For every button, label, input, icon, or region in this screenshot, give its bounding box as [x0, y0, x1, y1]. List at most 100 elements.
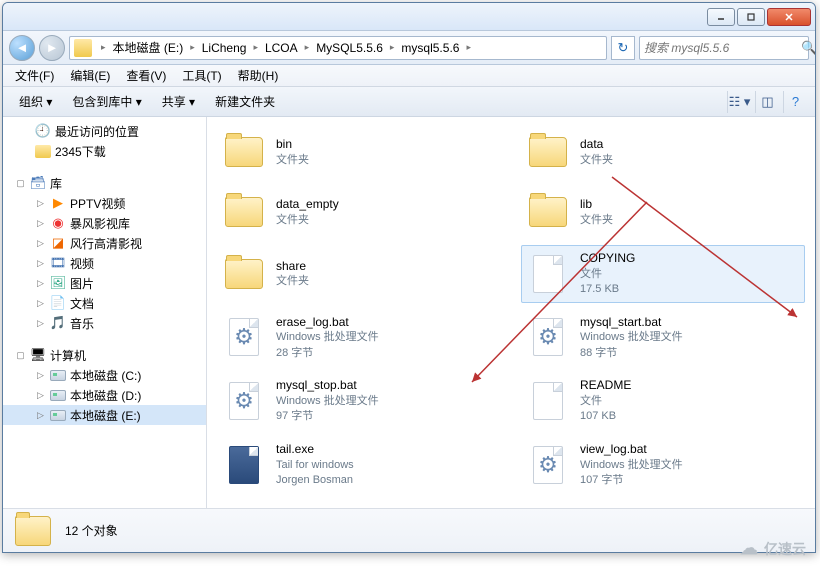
share-button[interactable]: 共享 ▾ — [154, 89, 203, 114]
expand-icon[interactable]: ▷ — [35, 238, 46, 249]
breadcrumb[interactable]: ▸ 本地磁盘 (E:) ▸ LiCheng ▸ LCOA ▸ MySQL5.5.… — [69, 36, 607, 60]
expand-icon[interactable]: ▷ — [35, 370, 46, 381]
expand-icon[interactable]: ▷ — [35, 318, 46, 329]
nav-forward-button[interactable]: ► — [39, 35, 65, 61]
expand-icon[interactable]: ▢ — [15, 350, 26, 361]
expand-icon[interactable]: ▷ — [35, 258, 46, 269]
expand-icon[interactable]: ▷ — [35, 298, 46, 309]
library-icon: 🗃 — [30, 175, 46, 191]
breadcrumb-segment[interactable]: LiCheng — [200, 41, 249, 55]
file-item[interactable]: share文件夹 — [217, 245, 501, 303]
file-item[interactable]: ⚙mysql_start.batWindows 批处理文件88 字节 — [521, 309, 805, 367]
menu-help[interactable]: 帮助(H) — [230, 65, 287, 86]
file-name: README — [580, 377, 631, 394]
bat-icon: ⚙ — [222, 315, 266, 359]
file-item[interactable]: ⚙erase_log.batWindows 批处理文件28 字节 — [217, 309, 501, 367]
file-type: 文件夹 — [276, 274, 309, 289]
file-size: 97 字节 — [276, 409, 379, 424]
file-item[interactable]: README文件107 KB — [521, 372, 805, 430]
file-item[interactable]: data_empty文件夹 — [217, 185, 501, 239]
new-folder-button[interactable]: 新建文件夹 — [207, 89, 283, 114]
file-item[interactable]: COPYING文件17.5 KB — [521, 245, 805, 303]
breadcrumb-segment[interactable]: MySQL5.5.6 — [314, 41, 385, 55]
sidebar-label: 2345下载 — [55, 143, 106, 160]
file-type: 文件夹 — [276, 213, 339, 228]
app-icon: ▶ — [50, 195, 66, 211]
file-item[interactable]: data文件夹 — [521, 125, 805, 179]
file-type: 文件 — [580, 394, 631, 409]
maximize-button[interactable] — [737, 8, 765, 26]
sidebar-item-funshion[interactable]: ▷◪风行高清影视 — [3, 233, 206, 253]
view-options-button[interactable]: ☷ ▾ — [727, 91, 751, 113]
address-bar: ◄ ► ▸ 本地磁盘 (E:) ▸ LiCheng ▸ LCOA ▸ MySQL… — [3, 31, 815, 65]
file-name: tail.exe — [276, 441, 354, 458]
sidebar-item-music[interactable]: ▷🎵音乐 — [3, 313, 206, 333]
include-library-button[interactable]: 包含到库中 ▾ — [64, 89, 149, 114]
breadcrumb-segment[interactable]: mysql5.5.6 — [399, 41, 461, 55]
sidebar-item-drive-e[interactable]: ▷本地磁盘 (E:) — [3, 405, 206, 425]
breadcrumb-segment[interactable]: LCOA — [263, 41, 300, 55]
preview-pane-button[interactable]: ◫ — [755, 91, 779, 113]
chevron-right-icon: ▸ — [461, 42, 476, 53]
sidebar-label: 库 — [50, 175, 62, 192]
menu-file[interactable]: 文件(F) — [7, 65, 62, 86]
expand-icon[interactable]: ▷ — [35, 218, 46, 229]
file-type: 文件夹 — [580, 213, 613, 228]
sidebar-item-storm[interactable]: ▷◉暴风影视库 — [3, 213, 206, 233]
file-size: 88 字节 — [580, 346, 683, 361]
video-icon: 🎞 — [50, 255, 66, 271]
status-count: 12 个对象 — [65, 522, 118, 539]
file-item[interactable]: lib文件夹 — [521, 185, 805, 239]
folder-icon — [222, 190, 266, 234]
expand-icon[interactable]: ▢ — [15, 178, 26, 189]
folder-icon — [35, 145, 51, 158]
sidebar-item-drive-d[interactable]: ▷本地磁盘 (D:) — [3, 385, 206, 405]
file-icon — [526, 379, 570, 423]
titlebar — [3, 3, 815, 31]
sidebar-item-drive-c[interactable]: ▷本地磁盘 (C:) — [3, 365, 206, 385]
file-item[interactable]: bin文件夹 — [217, 125, 501, 179]
menu-view[interactable]: 查看(V) — [118, 65, 174, 86]
close-button[interactable] — [767, 8, 811, 26]
file-size: 28 字节 — [276, 346, 379, 361]
sidebar-item-pptv[interactable]: ▷▶PPTV视频 — [3, 193, 206, 213]
app-icon: ◉ — [50, 215, 66, 231]
sidebar-item-computer[interactable]: ▢🖥计算机 — [3, 345, 206, 365]
breadcrumb-segment[interactable]: 本地磁盘 (E:) — [111, 39, 186, 56]
pictures-icon: 🖼 — [50, 275, 66, 291]
drive-icon — [74, 39, 92, 57]
sidebar-item-2345[interactable]: 2345下载 — [3, 141, 206, 161]
sidebar-item-documents[interactable]: ▷📄文档 — [3, 293, 206, 313]
sidebar-item-pictures[interactable]: ▷🖼图片 — [3, 273, 206, 293]
expand-icon[interactable]: ▷ — [35, 278, 46, 289]
menu-edit[interactable]: 编辑(E) — [62, 65, 118, 86]
file-info: COPYING文件17.5 KB — [580, 250, 635, 298]
menu-tools[interactable]: 工具(T) — [174, 65, 229, 86]
file-item[interactable]: ⚙mysql_stop.batWindows 批处理文件97 字节 — [217, 372, 501, 430]
drive-icon — [50, 390, 66, 401]
file-pane[interactable]: bin文件夹 data文件夹 data_empty文件夹 lib文件夹 share文件夹… — [207, 117, 815, 508]
cloud-icon: ☁ — [740, 538, 758, 559]
file-name: mysql_stop.bat — [276, 377, 379, 394]
minimize-button[interactable] — [707, 8, 735, 26]
file-item[interactable]: ⚙view_log.batWindows 批处理文件107 字节 — [521, 436, 805, 494]
sidebar-item-libraries[interactable]: ▢ 🗃库 — [3, 173, 206, 193]
folder-icon — [15, 516, 51, 546]
sidebar-item-recent[interactable]: 🕘最近访问的位置 — [3, 121, 206, 141]
help-button[interactable]: ? — [783, 91, 807, 113]
search-box[interactable]: 🔍 — [639, 36, 809, 60]
sidebar-label: 文档 — [70, 295, 94, 312]
refresh-button[interactable]: ↻ — [611, 36, 635, 60]
nav-back-button[interactable]: ◄ — [9, 35, 35, 61]
file-info: mysql_start.batWindows 批处理文件88 字节 — [580, 314, 683, 362]
expand-icon[interactable]: ▷ — [35, 198, 46, 209]
sidebar-label: 计算机 — [50, 347, 86, 364]
file-size: 107 字节 — [580, 473, 683, 488]
sidebar-item-videos[interactable]: ▷🎞视频 — [3, 253, 206, 273]
file-item[interactable]: tail.exeTail for windowsJorgen Bosman — [217, 436, 501, 494]
expand-icon[interactable]: ▷ — [35, 390, 46, 401]
organize-button[interactable]: 组织 ▾ — [11, 89, 60, 114]
expand-icon[interactable]: ▷ — [35, 410, 46, 421]
search-input[interactable] — [644, 41, 801, 55]
file-type: Windows 批处理文件 — [580, 330, 683, 345]
